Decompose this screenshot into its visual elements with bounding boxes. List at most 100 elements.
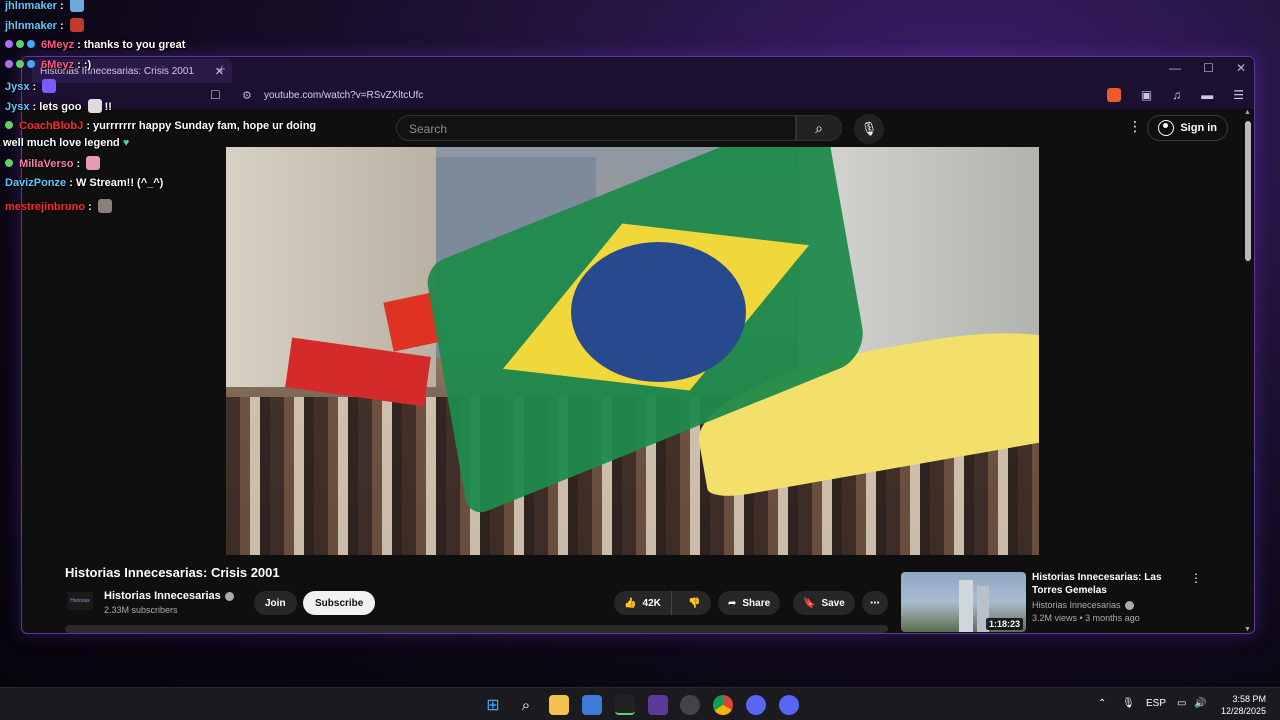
emote-icon — [69, 18, 84, 32]
badge-icon — [5, 121, 13, 129]
badge-icon — [5, 60, 13, 68]
channel-name-label: Historias Innecesarias — [104, 590, 221, 602]
site-info-icon[interactable]: ⚙ — [242, 89, 252, 102]
extensions-area: ▣ ♫ ▬ ☰ — [1106, 88, 1244, 102]
recommended-meta: 3.2M views • 3 months ago — [1032, 613, 1140, 623]
volume-icon[interactable]: 🔊 — [1194, 698, 1206, 709]
window-controls: — ☐ ✕ — [1169, 61, 1246, 75]
chat-message: Jysx : lets goo !! — [5, 99, 112, 113]
windows-start-icon[interactable]: ⊞ — [483, 695, 503, 715]
emote-icon — [86, 156, 101, 170]
sign-in-label: Sign in — [1180, 122, 1217, 134]
clock-time: 3:58 PM — [1232, 694, 1266, 704]
bookmark-save-icon: 🔖 — [803, 597, 816, 609]
maximize-icon[interactable]: ☐ — [1203, 61, 1214, 75]
share-button[interactable]: ➦ Share — [718, 591, 781, 615]
store-icon[interactable] — [582, 695, 602, 715]
recommended-channel[interactable]: Historias Innecesarias — [1032, 600, 1134, 610]
scrollbar-thumb[interactable] — [1245, 121, 1251, 261]
share-icon: ➦ — [728, 597, 737, 609]
file-explorer-icon[interactable] — [549, 695, 569, 715]
chevron-up-icon[interactable]: ⌃ — [1098, 698, 1106, 709]
chat-separator: : — [77, 59, 81, 71]
video-title: Historias Innecesarias: Crisis 2001 — [65, 565, 280, 580]
search-icon[interactable]: ⌕ — [516, 695, 536, 715]
description-box[interactable] — [65, 625, 888, 633]
subscribe-button[interactable]: Subscribe — [303, 591, 376, 615]
search-button[interactable]: ⌕ — [796, 115, 842, 141]
verified-icon — [224, 591, 234, 601]
recommended-title[interactable]: Historias Innecesarias: Las Torres Gemel… — [1032, 571, 1182, 597]
browser-app-icon[interactable] — [648, 695, 668, 715]
emote-icon — [87, 99, 102, 113]
thumbs-down-icon: 👎 — [688, 597, 701, 609]
chat-message: CoachBlobJ : yurrrrrrr happy Sunday fam,… — [5, 120, 316, 132]
chat-message: jhlnmaker : — [5, 0, 84, 12]
channel-avatar[interactable]: Historias — [67, 592, 93, 610]
scroll-down-icon[interactable]: ▼ — [1244, 626, 1251, 633]
thumbnail-tower — [959, 580, 973, 632]
settings-menu-icon[interactable]: ⋮ — [1128, 118, 1142, 135]
close-window-icon[interactable]: ✕ — [1236, 61, 1246, 75]
chat-username: DavizPonze — [5, 177, 67, 189]
more-icon: ⋯ — [870, 597, 880, 609]
emote-icon — [97, 199, 112, 213]
obs-icon[interactable] — [680, 695, 700, 715]
chat-text: !! — [104, 101, 112, 113]
bookmark-icon[interactable]: ☐ — [210, 88, 221, 102]
chat-message: 6Meyz : :) — [5, 59, 91, 71]
clock[interactable]: 3:58 PM 12/28/2025 — [1221, 693, 1266, 717]
chat-text: lets goo — [39, 101, 82, 113]
subscriber-count: 2.33M subscribers — [104, 605, 178, 615]
chat-username: 6Meyz — [41, 59, 75, 71]
scrollbar[interactable]: ▲ ▼ — [1242, 109, 1254, 633]
recommended-thumbnail[interactable]: 1:18:23 — [901, 572, 1026, 632]
channel-name[interactable]: Historias Innecesarias — [104, 590, 234, 602]
brave-shield-icon[interactable] — [1106, 88, 1121, 102]
more-actions-button[interactable]: ⋯ — [862, 591, 888, 615]
chat-separator: : — [32, 101, 37, 113]
save-label: Save — [821, 597, 845, 609]
join-button[interactable]: Join — [254, 591, 297, 615]
save-button[interactable]: 🔖 Save — [793, 591, 855, 615]
chat-message: Jysx : — [5, 79, 57, 93]
badge-icon — [16, 40, 24, 48]
badge-icon — [27, 40, 35, 48]
chat-message: DavizPonze : W Stream!! (^_^) — [5, 177, 163, 189]
microphone-icon[interactable]: 🎙 — [1122, 698, 1135, 709]
menu-icon[interactable]: ☰ — [1233, 88, 1244, 102]
chrome-icon[interactable] — [713, 695, 733, 715]
badge-icon — [5, 159, 13, 167]
search-input[interactable]: Search — [396, 115, 796, 141]
language-indicator[interactable]: ESP — [1146, 698, 1166, 709]
music-icon[interactable]: ♫ — [1172, 88, 1181, 102]
search-icon: ⌕ — [815, 119, 823, 136]
chat-message: well much love legend ♥ — [3, 137, 129, 149]
verified-icon — [1124, 600, 1134, 610]
url-field[interactable]: youtube.com/watch?v=RSvZXltcUfc — [264, 90, 423, 101]
chat-separator: : — [76, 158, 81, 170]
like-button[interactable]: 👍 42K — [614, 591, 672, 615]
chat-username: mestrejinbruno — [5, 201, 86, 213]
minimize-icon[interactable]: — — [1169, 61, 1181, 75]
vpn-icon[interactable]: ▬ — [1201, 88, 1213, 102]
chat-username: MillaVerso — [19, 158, 74, 170]
voice-search-button[interactable]: 🎙 — [854, 114, 884, 144]
network-icon[interactable]: ▭ — [1177, 698, 1186, 709]
sign-in-button[interactable]: Sign in — [1147, 115, 1228, 141]
address-bar: ☐ ⚙ youtube.com/watch?v=RSvZXltcUfc ▣ ♫ … — [22, 83, 1254, 109]
video-duration: 1:18:23 — [985, 618, 1023, 630]
chat-text: well much love legend — [3, 137, 120, 149]
video-player[interactable] — [226, 147, 1039, 555]
recommended-menu-icon[interactable]: ⋮ — [1190, 571, 1202, 585]
new-tab-icon[interactable]: + — [218, 61, 226, 76]
windows-taskbar: ⊞ ⌕ ⌃ 🎙 ESP ▭ 🔊 3:58 PM 12/28/2025 — [0, 687, 1280, 720]
scroll-up-icon[interactable]: ▲ — [1244, 109, 1251, 116]
dislike-button[interactable]: 👎 — [678, 598, 711, 609]
chat-username: jhlnmaker — [5, 20, 57, 32]
chat-username: Jysx — [5, 81, 30, 93]
sidebar-icon[interactable]: ▣ — [1141, 88, 1152, 102]
discord-icon[interactable] — [746, 695, 766, 715]
terminal-icon[interactable] — [615, 695, 635, 715]
discord-icon[interactable] — [779, 695, 799, 715]
